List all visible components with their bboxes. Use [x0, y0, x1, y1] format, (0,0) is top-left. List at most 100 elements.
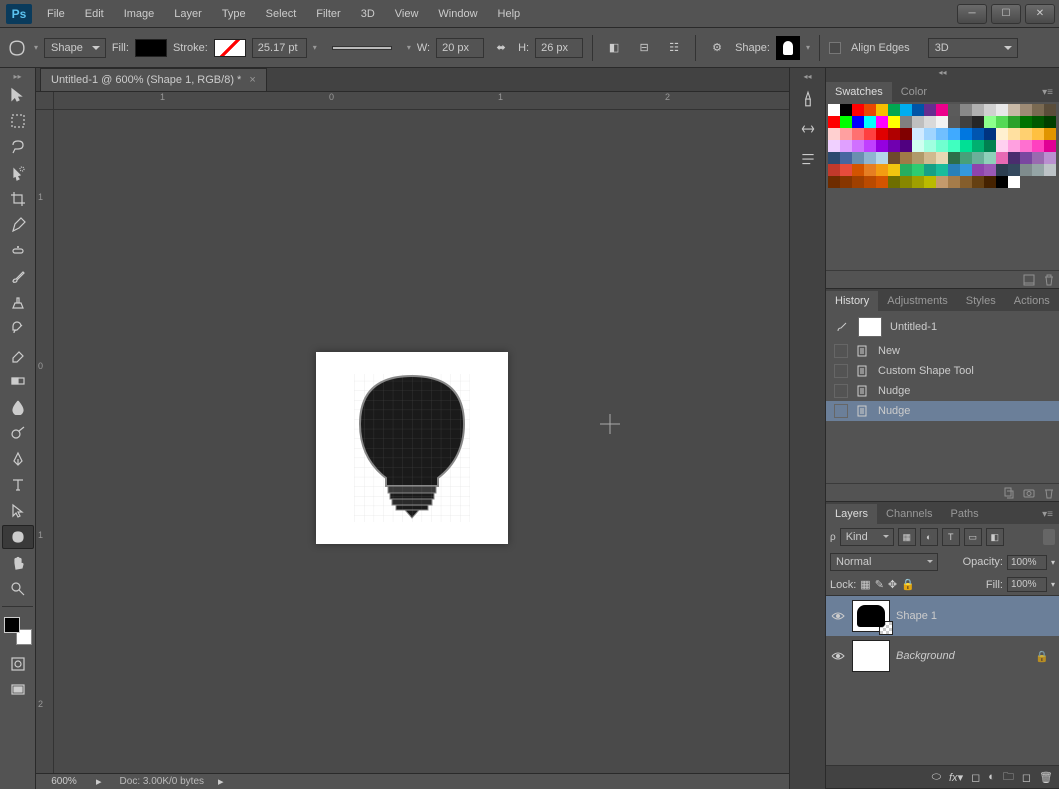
menu-layer[interactable]: Layer	[165, 2, 211, 26]
swatch[interactable]	[900, 128, 912, 140]
tab-styles[interactable]: Styles	[957, 291, 1005, 311]
panels-collapse-button[interactable]: ◂◂	[826, 68, 1059, 80]
fill-input[interactable]	[1007, 577, 1047, 592]
rail-collapse-button[interactable]: ◂◂	[790, 70, 825, 82]
gear-icon[interactable]: ⚙	[705, 36, 729, 60]
swatch[interactable]	[924, 116, 936, 128]
pen-tool[interactable]	[2, 447, 34, 471]
stroke-style-select[interactable]	[332, 46, 392, 50]
lock-pixels-icon[interactable]: ✎	[875, 578, 884, 591]
swatch[interactable]	[1020, 164, 1032, 176]
swatch[interactable]	[828, 128, 840, 140]
swatch[interactable]	[972, 116, 984, 128]
swatch[interactable]	[1032, 164, 1044, 176]
swatch[interactable]	[924, 140, 936, 152]
swatch[interactable]	[852, 152, 864, 164]
menu-3d[interactable]: 3D	[352, 2, 384, 26]
history-delete-icon[interactable]	[1043, 487, 1055, 499]
swatch[interactable]	[984, 164, 996, 176]
swatch[interactable]	[948, 152, 960, 164]
swatch[interactable]	[840, 164, 852, 176]
path-alignment-icon[interactable]: ⊟	[632, 36, 656, 60]
workspace-select[interactable]: 3D	[928, 38, 1018, 58]
swatch[interactable]	[828, 104, 840, 116]
opacity-input[interactable]	[1007, 555, 1047, 570]
swatch[interactable]	[936, 152, 948, 164]
swatch[interactable]	[828, 164, 840, 176]
layer-mask-icon[interactable]: ◻	[971, 771, 980, 784]
window-close-button[interactable]: ✕	[1025, 4, 1055, 24]
swatch[interactable]	[996, 116, 1008, 128]
swatch[interactable]	[972, 128, 984, 140]
layer-name[interactable]: Shape 1	[896, 610, 937, 622]
swatch[interactable]	[972, 164, 984, 176]
swatch[interactable]	[1008, 116, 1020, 128]
clone-source-icon[interactable]	[793, 116, 823, 142]
swatch[interactable]	[960, 140, 972, 152]
menu-edit[interactable]: Edit	[76, 2, 113, 26]
swatch[interactable]	[900, 152, 912, 164]
swatch[interactable]	[1044, 128, 1056, 140]
new-layer-icon[interactable]: ◻	[1022, 771, 1031, 784]
swatch[interactable]	[900, 116, 912, 128]
swatch[interactable]	[876, 128, 888, 140]
blend-mode-select[interactable]: Normal	[830, 553, 938, 571]
history-snapshot[interactable]: Untitled-1	[826, 313, 1059, 341]
swatches-menu-icon[interactable]: ▾≡	[1036, 83, 1059, 102]
swatch[interactable]	[948, 140, 960, 152]
swatch[interactable]	[852, 116, 864, 128]
tab-color[interactable]: Color	[892, 82, 936, 102]
swatch[interactable]	[864, 128, 876, 140]
swatch[interactable]	[1008, 164, 1020, 176]
swatch[interactable]	[984, 176, 996, 188]
layer-filter-kind[interactable]: Kind	[840, 528, 894, 546]
swatch[interactable]	[924, 164, 936, 176]
tab-channels[interactable]: Channels	[877, 504, 941, 524]
menu-window[interactable]: Window	[429, 2, 486, 26]
history-state[interactable]: Custom Shape Tool	[826, 361, 1059, 381]
swatch[interactable]	[1008, 128, 1020, 140]
custom-shape-tool[interactable]	[2, 525, 34, 549]
swatch[interactable]	[1032, 128, 1044, 140]
swatch[interactable]	[888, 128, 900, 140]
swatch[interactable]	[996, 140, 1008, 152]
canvas[interactable]	[316, 352, 508, 544]
menu-select[interactable]: Select	[257, 2, 306, 26]
swatch[interactable]	[960, 128, 972, 140]
swatch[interactable]	[960, 104, 972, 116]
filter-shape-icon[interactable]: ▭	[964, 528, 982, 546]
menu-file[interactable]: File	[38, 2, 74, 26]
swatch[interactable]	[852, 164, 864, 176]
window-minimize-button[interactable]: ─	[957, 4, 987, 24]
filter-pixel-icon[interactable]: ▦	[898, 528, 916, 546]
canvas-viewport[interactable]	[54, 110, 789, 773]
swatch[interactable]	[912, 176, 924, 188]
swatch[interactable]	[1008, 176, 1020, 188]
swatch[interactable]	[912, 152, 924, 164]
layer-row[interactable]: Background🔒	[826, 636, 1059, 676]
swatch[interactable]	[852, 176, 864, 188]
filter-type-icon[interactable]: T	[942, 528, 960, 546]
swatch[interactable]	[948, 128, 960, 140]
swatch[interactable]	[864, 116, 876, 128]
swatch[interactable]	[864, 140, 876, 152]
color-swatches[interactable]	[4, 617, 32, 645]
move-tool[interactable]	[2, 83, 34, 107]
swatch[interactable]	[960, 164, 972, 176]
swatch[interactable]	[876, 152, 888, 164]
swatch[interactable]	[840, 104, 852, 116]
gradient-tool[interactable]	[2, 369, 34, 393]
ruler-vertical[interactable]: 1012	[36, 110, 54, 773]
shape-mode-select[interactable]: Shape	[44, 38, 106, 58]
swatch[interactable]	[852, 104, 864, 116]
swatch[interactable]	[912, 128, 924, 140]
zoom-tool[interactable]	[2, 577, 34, 601]
swatch[interactable]	[1044, 140, 1056, 152]
swatch[interactable]	[828, 152, 840, 164]
lock-all-icon[interactable]: 🔒	[901, 578, 915, 591]
brush-tool[interactable]	[2, 265, 34, 289]
ruler-origin[interactable]	[36, 92, 54, 110]
swatch[interactable]	[888, 140, 900, 152]
swatch[interactable]	[888, 152, 900, 164]
swatch[interactable]	[840, 116, 852, 128]
